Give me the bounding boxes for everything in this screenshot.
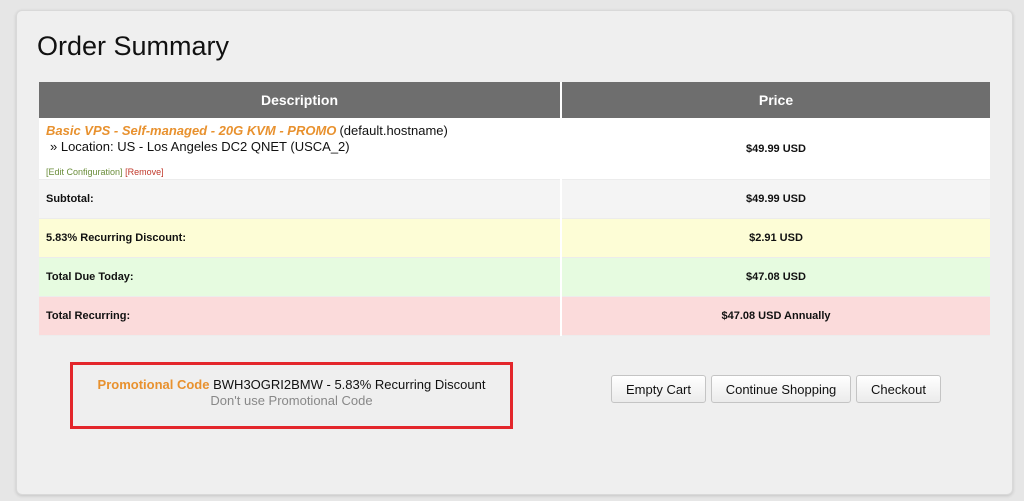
product-location: » Location: US - Los Angeles DC2 QNET (U…	[50, 139, 350, 154]
continue-shopping-button[interactable]: Continue Shopping	[711, 375, 851, 403]
total-due-today-label: Total Due Today:	[39, 257, 562, 297]
cart-table: Description Price Basic VPS - Self-manag…	[39, 82, 990, 336]
total-recurring-value: $47.08 USD Annually	[561, 296, 990, 336]
page-title: Order Summary	[37, 31, 230, 61]
discount-value: $2.91 USD	[561, 218, 990, 258]
subtotal-row: Subtotal: $49.99 USD	[39, 179, 990, 219]
discount-label: 5.83% Recurring Discount:	[39, 218, 562, 258]
subtotal-value: $49.99 USD	[561, 179, 990, 219]
product-description: Basic VPS - Self-managed - 20G KVM - PRO…	[39, 118, 562, 180]
empty-cart-button[interactable]: Empty Cart	[611, 375, 706, 403]
product-hostname: (default.hostname)	[339, 123, 448, 138]
product-row: Basic VPS - Self-managed - 20G KVM - PRO…	[39, 118, 990, 180]
total-due-today-row: Total Due Today: $47.08 USD	[39, 257, 990, 297]
remove-link[interactable]: [Remove]	[125, 167, 164, 177]
product-name: Basic VPS - Self-managed - 20G KVM - PRO…	[46, 123, 337, 138]
promo-code-value: BWH3OGRI2BMW - 5.83% Recurring Discount	[213, 377, 486, 392]
description-header: Description	[39, 82, 562, 118]
subtotal-label: Subtotal:	[39, 179, 562, 219]
table-header-row: Description Price	[39, 82, 990, 118]
promo-code-line: Promotional Code BWH3OGRI2BMW - 5.83% Re…	[73, 377, 510, 392]
promo-code-box: Promotional Code BWH3OGRI2BMW - 5.83% Re…	[70, 362, 513, 429]
remove-promo-link[interactable]: Don't use Promotional Code	[73, 393, 510, 408]
edit-configuration-link[interactable]: [Edit Configuration]	[46, 167, 123, 177]
product-actions: [Edit Configuration] [Remove]	[46, 167, 559, 177]
order-summary-panel: Order Summary Description Price Basic VP…	[16, 10, 1013, 495]
checkout-button[interactable]: Checkout	[856, 375, 941, 403]
total-due-today-value: $47.08 USD	[561, 257, 990, 297]
discount-row: 5.83% Recurring Discount: $2.91 USD	[39, 218, 990, 258]
price-header: Price	[561, 82, 990, 118]
total-recurring-label: Total Recurring:	[39, 296, 562, 336]
product-price: $49.99 USD	[561, 118, 990, 180]
total-recurring-row: Total Recurring: $47.08 USD Annually	[39, 296, 990, 336]
promo-code-label: Promotional Code	[97, 377, 210, 392]
